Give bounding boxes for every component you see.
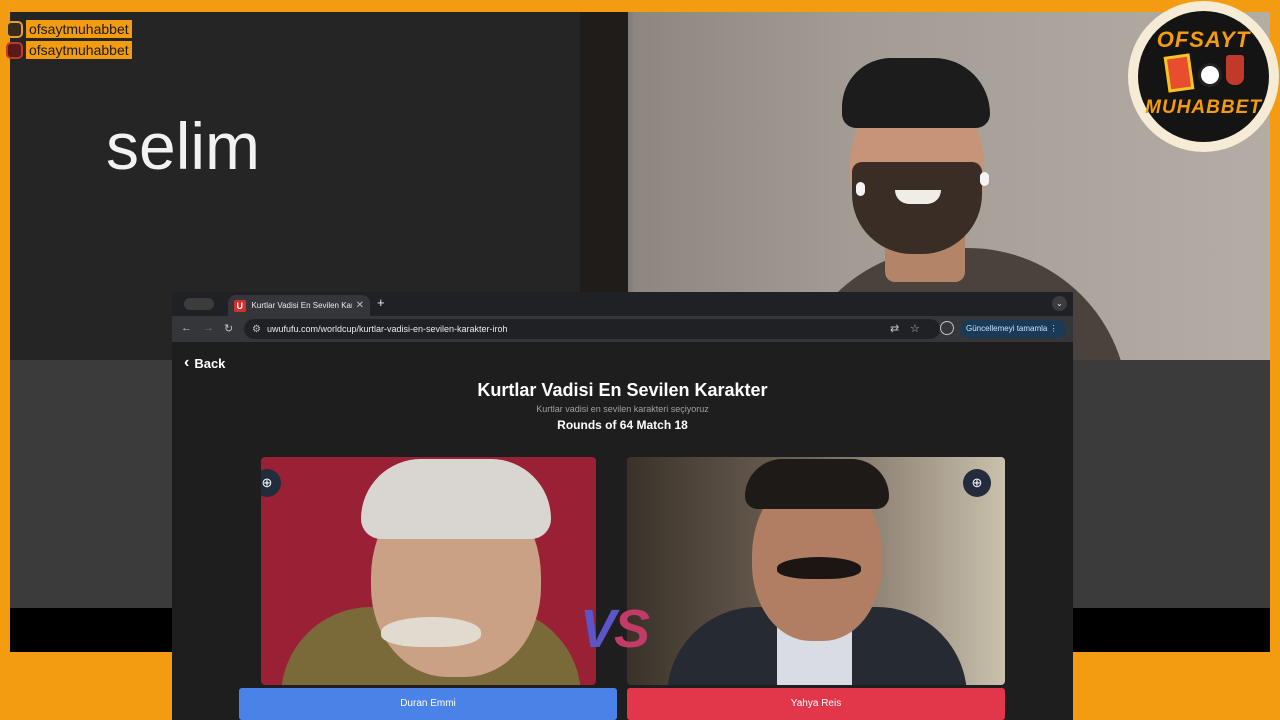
back-label: Back bbox=[194, 355, 226, 371]
page-title: Kurtlar Vadisi En Sevilen Karakter bbox=[477, 380, 768, 400]
social-instagram: ofsaytmuhabbet bbox=[6, 20, 132, 38]
tab-strip: U Kurtlar Vadisi En Sevilen Karakter ✕ +… bbox=[172, 292, 1073, 316]
tab-group-chip[interactable] bbox=[184, 298, 214, 310]
url-text: uwufufu.com/worldcup/kurtlar-vadisi-en-s… bbox=[266, 324, 508, 334]
tab-search-icon[interactable]: ⌄ bbox=[1052, 296, 1067, 311]
browser-window: U Kurtlar Vadisi En Sevilen Karakter ✕ +… bbox=[172, 292, 1073, 720]
left-candidate-image[interactable]: ⊕ bbox=[261, 457, 596, 685]
social-handle: ofsaytmuhabbet bbox=[26, 41, 132, 59]
social-handle: ofsaytmuhabbet bbox=[26, 20, 132, 38]
reload-icon[interactable]: ↻ bbox=[224, 322, 233, 335]
logo-bottom-text: MUHABBET bbox=[1145, 97, 1262, 118]
address-bar[interactable]: ⚙ uwufufu.com/worldcup/kurtlar-vadisi-en… bbox=[244, 319, 940, 339]
logo-top-text: OFSAYT bbox=[1156, 27, 1251, 52]
back-link[interactable]: ‹ Back bbox=[184, 354, 225, 372]
youtube-icon bbox=[6, 41, 23, 59]
page-subtitle: Kurtlar vadisi en sevilen karakteri seçi… bbox=[536, 404, 709, 414]
portrait-mustache bbox=[381, 617, 481, 647]
forward-arrow-icon[interactable]: → bbox=[203, 322, 214, 334]
update-label: Güncellemeyi tamamla bbox=[966, 324, 1048, 333]
social-youtube: ofsaytmuhabbet bbox=[6, 41, 132, 59]
close-tab-icon[interactable]: ✕ bbox=[356, 300, 364, 311]
zoom-in-icon[interactable]: ⊕ bbox=[963, 469, 991, 497]
logo-badge: OFSAYT MUHABBET bbox=[1138, 11, 1269, 142]
round-info: Rounds of 64 Match 18 bbox=[557, 418, 688, 432]
update-button[interactable]: Güncellemeyi tamamla ⋮ bbox=[960, 320, 1066, 338]
new-tab-button[interactable]: + bbox=[377, 295, 385, 310]
tab-title: Kurtlar Vadisi En Sevilen Karakter bbox=[251, 301, 352, 310]
chevron-left-icon: ‹ bbox=[184, 354, 190, 371]
instagram-icon bbox=[6, 20, 23, 38]
favicon-icon: U bbox=[234, 299, 246, 312]
portrait-hair bbox=[361, 459, 551, 539]
vs-s: S bbox=[614, 599, 650, 659]
vs-v: V bbox=[580, 599, 616, 659]
choose-right-button[interactable]: Yahya Reis bbox=[627, 688, 1005, 720]
football-icon bbox=[1198, 63, 1222, 87]
profile-icon[interactable] bbox=[940, 321, 954, 335]
webcam-person-mouth bbox=[895, 190, 941, 204]
earbud-icon bbox=[980, 172, 989, 186]
site-info-icon[interactable]: ⚙ bbox=[252, 324, 261, 335]
web-page: ‹ Back Kurtlar Vadisi En Sevilen Karakte… bbox=[172, 342, 1073, 720]
right-candidate-image[interactable]: ⊕ bbox=[627, 457, 1005, 685]
webcam-person-cap bbox=[842, 58, 990, 128]
tab-active[interactable]: U Kurtlar Vadisi En Sevilen Karakter ✕ bbox=[228, 295, 370, 316]
vs-label: VS bbox=[580, 598, 650, 660]
portrait-hair bbox=[745, 459, 889, 509]
channel-logo: OFSAYT MUHABBET bbox=[1128, 1, 1279, 152]
earbud-icon bbox=[856, 182, 865, 196]
zoom-in-icon[interactable]: ⊕ bbox=[261, 469, 281, 497]
flag-icon bbox=[1163, 53, 1195, 93]
back-arrow-icon[interactable]: ← bbox=[181, 322, 192, 334]
portrait-mustache bbox=[777, 557, 861, 579]
choose-left-button[interactable]: Duran Emmi bbox=[239, 688, 617, 720]
tea-glass-icon bbox=[1226, 55, 1244, 85]
translate-icon[interactable]: ⇄ bbox=[890, 322, 899, 335]
browser-toolbar: ← → ↻ ⚙ uwufufu.com/worldcup/kurtlar-vad… bbox=[172, 316, 1073, 342]
bookmark-star-icon[interactable]: ☆ bbox=[910, 322, 920, 335]
speaker-name: selim bbox=[106, 109, 261, 183]
